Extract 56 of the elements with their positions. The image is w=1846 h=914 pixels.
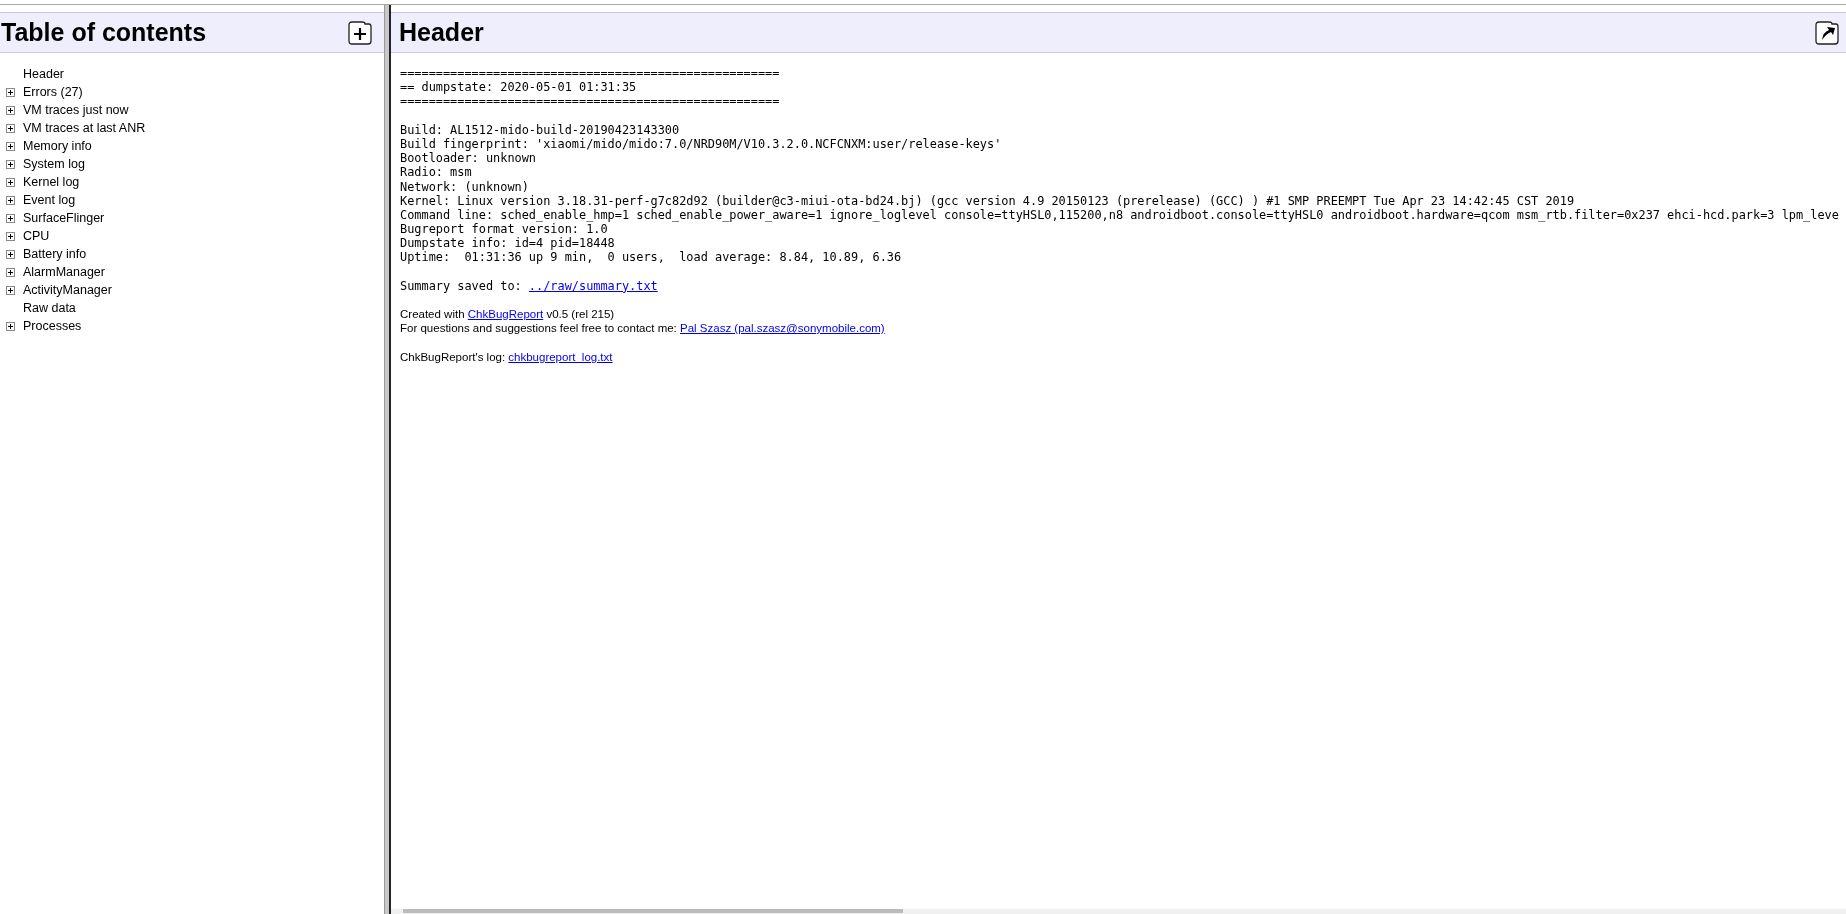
expand-icon[interactable] [6,177,15,187]
expand-icon[interactable] [6,321,15,331]
dump-line: ===================================================== [400,94,781,109]
expand-icon[interactable] [6,249,15,259]
toc-item[interactable]: VM traces at last ANR [23,121,146,135]
toc-item[interactable]: Errors (27) [23,85,83,99]
popout-button[interactable] [1813,18,1841,47]
toc-item[interactable]: Header [23,67,64,81]
expand-icon[interactable] [6,195,15,205]
dump-line: Build: AL1512-mido-build-20190423143300 [400,122,681,137]
expand-icon[interactable] [6,231,15,241]
toc-item[interactable]: CPU [23,229,50,243]
credit-link[interactable]: Pal Szasz (pal.szasz@sonymobile.com) [680,322,885,335]
dump-line: Kernel: Linux version 3.18.31-perf-g7c82d92 (builder@c3-miui-ota-bd24.bj) (gcc version 4.9 20150123 (prerelease) (GCC) ) #1 SMP PREEMPT Tue Apr 23 14:42:45 CST 2019 [400,193,1576,208]
credit-text: For questions and suggestions feel free to contact me: Pal Szasz (pal.szasz@sonymobile.com) [400,321,886,336]
log-text: ChkBugReport's log: chkbugreport_log.txt [400,349,614,365]
toc-item[interactable]: Raw data [23,301,76,315]
credit-text: Created with ChkBugReport v0.5 (rel 215) [400,306,616,322]
splitter[interactable] [384,5,391,914]
log-link[interactable]: chkbugreport_log.txt [508,350,613,363]
summary-label: Summary saved to: [400,278,523,293]
expand-icon[interactable] [6,213,15,223]
toc-item[interactable]: VM traces just now [23,103,129,117]
toc-title: Table of contents [0,18,207,47]
credit-link[interactable]: ChkBugReport [467,307,544,320]
dump-line: Dumpstate info: id=4 pid=18448 [400,236,616,251]
expand-icon[interactable] [6,87,15,97]
toc-item[interactable]: Event log [23,193,76,207]
expand-icon[interactable] [6,123,15,133]
toc-item[interactable]: Memory info [23,139,92,153]
scrollbar-thumb[interactable] [403,909,903,913]
dump-line: Command line: sched_enable_hmp=1 sched_enable_power_aware=1 ignore_loglevel console=ttyHSL0,115200,n8 androidboot.console=ttyHSL0 androidboot.hardware=qcom msm_rtb.filter=0x237 ehci-hcd.park=3 lpm_leve [400,207,1840,223]
toc-item[interactable]: ActivityManager [23,283,112,297]
section-title: Header [398,18,484,47]
toc-item[interactable]: SurfaceFlinger [23,211,105,225]
expand-icon[interactable] [6,159,15,169]
toc-item[interactable]: System log [23,157,85,171]
expand-all-button[interactable] [346,18,374,47]
expand-icon[interactable] [6,105,15,115]
dump-line: Uptime: 01:31:36 up 9 min, 0 users, load average: 8.84, 10.89, 6.36 [400,250,903,265]
dump-line: Network: (unknown) [400,179,530,194]
dump-line: Bootloader: unknown [400,151,538,166]
dump-line: Radio: msm [400,165,473,180]
toc-item[interactable]: Battery info [23,247,87,261]
dump-line: == dumpstate: 2020-05-01 01:31:35 [400,80,638,95]
expand-icon[interactable] [6,141,15,151]
dump-line: Build fingerprint: 'xiaomi/mido/mido:7.0/NRD90M/V10.3.2.0.NCFCNXM:user/release-keys' [400,136,1003,152]
horizontal-scrollbar[interactable] [391,909,1846,914]
dump-line: Bugreport format version: 1.0 [400,222,609,237]
expand-icon[interactable] [6,267,15,277]
dump-line: ===================================================== [400,66,781,81]
summary-link[interactable]: ../raw/summary.txt [528,278,658,293]
expand-icon[interactable] [6,285,15,295]
toc-item[interactable]: AlarmManager [23,265,105,279]
toc-item[interactable]: Kernel log [23,175,80,189]
toc-item[interactable]: Processes [23,319,82,333]
